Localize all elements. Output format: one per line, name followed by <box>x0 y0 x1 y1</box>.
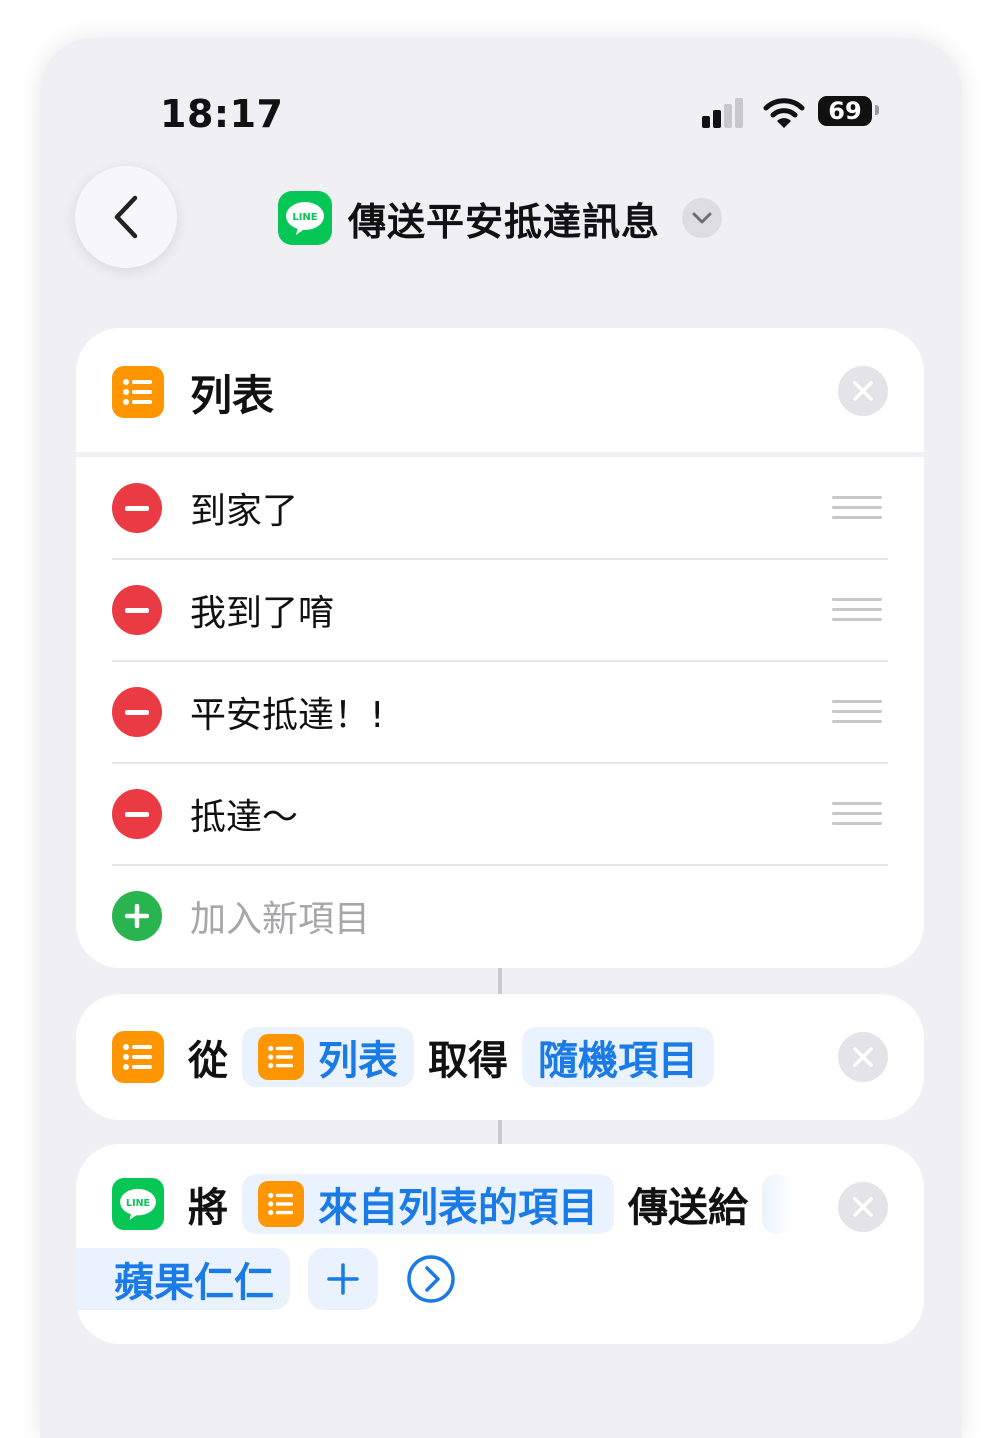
send-action-row-2: 蘋果仁仁 <box>76 1248 456 1310</box>
shortcut-title-button[interactable]: LINE 傳送平安抵達訊息 <box>278 190 723 246</box>
recipient-label: 蘋果仁仁 <box>114 1260 274 1306</box>
message-variable-token[interactable]: 來自列表的項目 <box>242 1174 614 1234</box>
list-icon <box>112 366 164 418</box>
item-selector-token[interactable]: 隨機項目 <box>522 1027 714 1087</box>
wifi-icon <box>763 98 805 128</box>
minus-icon <box>125 607 149 613</box>
title-menu-button[interactable] <box>682 198 723 238</box>
list-item-label[interactable]: 平安抵達！! <box>190 686 384 738</box>
list-icon <box>258 1034 304 1080</box>
word-from: 從 <box>188 1038 228 1084</box>
show-more-button[interactable] <box>406 1254 456 1304</box>
status-time: 18:17 <box>160 92 284 136</box>
plus-icon <box>327 1263 359 1295</box>
chevron-right-circle-icon <box>407 1255 455 1303</box>
drag-handle-icon[interactable] <box>832 598 882 628</box>
add-item-row[interactable]: 加入新項目 <box>112 866 888 966</box>
line-icon-text: LINE <box>126 1198 150 1209</box>
back-button[interactable] <box>75 166 177 268</box>
delete-item-button[interactable] <box>112 483 162 533</box>
list-items: 到家了 我到了唷 平安抵達！! 抵達～ 加入新項目 <box>112 458 888 966</box>
battery-tip <box>875 105 879 115</box>
list-item-label[interactable]: 到家了 <box>190 482 298 534</box>
list-action-title: 列表 <box>190 370 275 420</box>
message-token-label: 來自列表的項目 <box>318 1185 598 1231</box>
drag-handle-icon[interactable] <box>832 496 882 526</box>
delete-item-button[interactable] <box>112 789 162 839</box>
add-recipient-button[interactable] <box>308 1248 378 1310</box>
plus-icon <box>125 904 149 928</box>
remove-get-item-action-button[interactable] <box>838 1032 888 1082</box>
list-item[interactable]: 我到了唷 <box>112 560 888 662</box>
line-icon-text: LINE <box>292 212 317 223</box>
minus-icon <box>125 709 149 715</box>
add-item-button[interactable] <box>112 891 162 941</box>
recipient-token-fade <box>762 1174 792 1234</box>
item-selector-label: 隨機項目 <box>538 1038 698 1084</box>
word-get: 取得 <box>428 1038 508 1084</box>
delete-item-button[interactable] <box>112 585 162 635</box>
action-connector <box>498 968 502 994</box>
page-title: 傳送平安抵達訊息 <box>348 199 661 244</box>
line-app-icon: LINE <box>278 191 332 245</box>
list-item[interactable]: 平安抵達！! <box>112 662 888 764</box>
action-connector <box>498 1120 502 1144</box>
drag-handle-icon[interactable] <box>832 802 882 832</box>
back-chevron-icon <box>114 195 138 239</box>
list-action-card: 列表 到家了 我到了唷 平安抵達！! 抵達～ 加入新項目 <box>76 328 924 968</box>
get-item-action-row: 從 列表 取得 隨機項目 <box>112 1027 714 1087</box>
list-item-label[interactable]: 我到了唷 <box>190 584 334 636</box>
list-item-label[interactable]: 抵達～ <box>190 788 298 840</box>
minus-icon <box>125 505 149 511</box>
phone-screen: 18:17 69 LINE 傳送平安抵達訊息 列表 到家了 我到了唷 平安抵達！… <box>40 38 962 1438</box>
signal-icon <box>702 98 743 128</box>
list-variable-token[interactable]: 列表 <box>242 1027 414 1087</box>
list-icon <box>112 1031 164 1083</box>
list-token-label: 列表 <box>318 1038 398 1084</box>
recipient-token[interactable]: 蘋果仁仁 <box>76 1248 290 1310</box>
chevron-down-icon <box>692 212 712 224</box>
close-icon <box>853 1197 873 1217</box>
close-icon <box>853 381 873 401</box>
word-send-to: 傳送給 <box>628 1185 748 1231</box>
remove-list-action-button[interactable] <box>838 366 888 416</box>
minus-icon <box>125 811 149 817</box>
battery-icon: 69 <box>818 96 872 126</box>
line-app-icon: LINE <box>112 1178 164 1230</box>
add-item-placeholder[interactable]: 加入新項目 <box>190 890 370 942</box>
close-icon <box>853 1047 873 1067</box>
send-message-action-card: LINE 將 來自列表的項目 傳送給 蘋果仁仁 <box>76 1144 924 1344</box>
get-item-action-card: 從 列表 取得 隨機項目 <box>76 994 924 1120</box>
list-item[interactable]: 到家了 <box>112 458 888 560</box>
send-action-row: LINE 將 來自列表的項目 傳送給 <box>112 1174 792 1234</box>
list-item[interactable]: 抵達～ <box>112 764 888 866</box>
delete-item-button[interactable] <box>112 687 162 737</box>
list-icon <box>258 1181 304 1227</box>
remove-send-action-button[interactable] <box>838 1182 888 1232</box>
status-icons: 69 <box>700 94 900 134</box>
word-will: 將 <box>188 1185 228 1231</box>
drag-handle-icon[interactable] <box>832 700 882 730</box>
list-action-header: 列表 <box>112 364 888 420</box>
divider <box>76 452 924 457</box>
